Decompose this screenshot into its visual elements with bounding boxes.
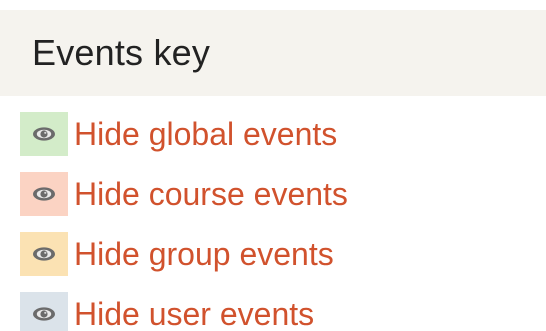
legend-label: Hide user events: [74, 296, 315, 331]
toggle-global-events[interactable]: Hide global events: [20, 112, 348, 156]
block-header: Events key: [0, 10, 546, 96]
eye-icon: [33, 127, 55, 141]
toggle-group-events[interactable]: Hide group events: [20, 232, 348, 276]
toggle-course-events[interactable]: Hide course events: [20, 172, 348, 216]
events-legend-list: Hide global events Hide course events Hi…: [20, 112, 348, 331]
swatch-user-events: [20, 292, 68, 331]
legend-label: Hide group events: [74, 236, 334, 272]
eye-icon: [33, 307, 55, 321]
legend-label: Hide course events: [74, 176, 348, 212]
eye-icon: [33, 247, 55, 261]
legend-label: Hide global events: [74, 116, 338, 152]
swatch-course-events: [20, 172, 68, 216]
eye-icon: [33, 187, 55, 201]
swatch-group-events: [20, 232, 68, 276]
swatch-global-events: [20, 112, 68, 156]
block-title: Events key: [32, 32, 211, 73]
toggle-user-events[interactable]: Hide user events: [20, 292, 348, 331]
events-key-block: Events key Hide global events Hide cours…: [0, 0, 546, 331]
